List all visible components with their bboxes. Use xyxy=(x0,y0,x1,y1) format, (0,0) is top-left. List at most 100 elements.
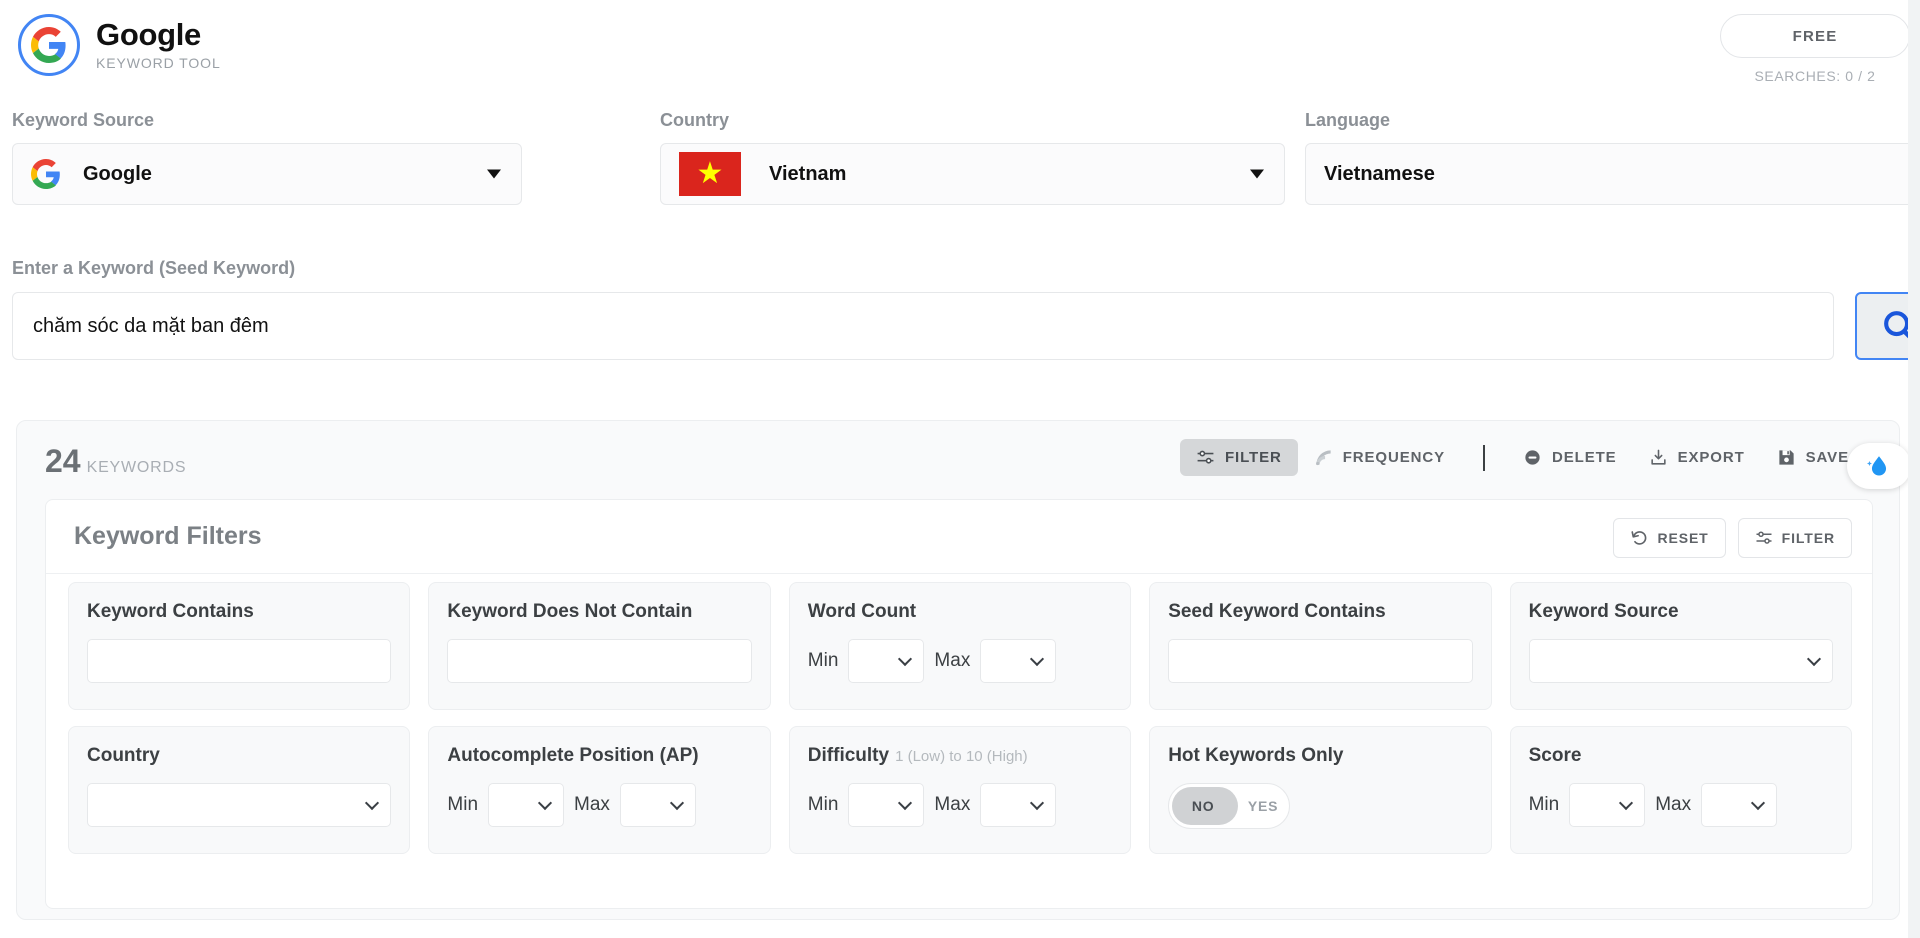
chevron-down-icon xyxy=(1619,796,1633,810)
toggle-option-yes[interactable]: YES xyxy=(1237,798,1289,814)
min-label: Min xyxy=(808,794,839,816)
app-header: Google KEYWORD TOOL FREE SEARCHES: 0 / 2 xyxy=(0,0,1920,96)
filter-toolbar-button[interactable]: FILTER xyxy=(1180,439,1298,476)
chevron-down-icon xyxy=(365,796,379,810)
chevron-down-icon xyxy=(898,652,912,666)
flag-star: ★ xyxy=(697,159,724,189)
chevron-down-icon xyxy=(1250,170,1264,179)
selectors-row: Keyword Source Google Country ★ Vietnam xyxy=(0,110,1920,230)
filter-card-score: Score MinMax xyxy=(1510,726,1852,854)
seed-keyword-label: Enter a Keyword (Seed Keyword) xyxy=(12,258,295,279)
filter-card-word-count: Word Count Min Max xyxy=(789,582,1131,710)
chevron-down-icon xyxy=(670,796,684,810)
app-subtitle: KEYWORD TOOL xyxy=(96,56,221,70)
water-drop-icon xyxy=(1866,453,1892,479)
keyword-source-value: Google xyxy=(83,163,152,186)
frequency-toolbar-button[interactable]: FREQUENCY xyxy=(1298,439,1461,476)
filter-toggle-hot-keywords-only[interactable]: NOYES xyxy=(1168,783,1290,829)
filter-label-text: Keyword Source xyxy=(1529,601,1679,622)
plan-badge-button[interactable]: FREE xyxy=(1720,14,1910,58)
toggle-option-no[interactable]: NO xyxy=(1169,798,1237,814)
water-drop-fab-button[interactable] xyxy=(1847,443,1911,489)
filter-input-keyword-does-not-contain[interactable] xyxy=(447,639,751,683)
chevron-down-icon xyxy=(1030,652,1044,666)
country-group: Country ★ Vietnam xyxy=(660,110,1285,205)
undo-icon xyxy=(1630,529,1648,547)
min-label: Min xyxy=(447,794,478,816)
filter-min-select-autocomplete-position-ap[interactable] xyxy=(488,783,564,827)
country-label: Country xyxy=(660,110,1285,131)
keyword-filters-title: Keyword Filters xyxy=(74,522,262,551)
filter-label: Keyword Source xyxy=(1529,601,1833,623)
filter-label-text: Seed Keyword Contains xyxy=(1168,601,1386,622)
chevron-down-icon xyxy=(487,170,501,179)
min-label: Min xyxy=(808,650,839,672)
language-dropdown[interactable]: Vietnamese xyxy=(1305,143,1920,205)
filter-max-select-score[interactable] xyxy=(1701,783,1777,827)
max-label: Max xyxy=(934,650,970,672)
frequency-toolbar-label: FREQUENCY xyxy=(1343,449,1445,466)
filter-label: Score xyxy=(1529,745,1833,767)
filter-minmax-score: MinMax xyxy=(1529,783,1833,827)
delete-toolbar-label: DELETE xyxy=(1552,449,1617,466)
keyword-filters-header: Keyword Filters RESET FI xyxy=(46,500,1872,574)
filter-label: Word Count xyxy=(808,601,1112,623)
filter-toolbar-label: FILTER xyxy=(1225,449,1282,466)
chevron-down-icon xyxy=(1807,652,1821,666)
filter-max-select-difficulty[interactable] xyxy=(980,783,1056,827)
keyword-filters-panel: Keyword Filters RESET FI xyxy=(45,499,1873,909)
filter-label-text: Hot Keywords Only xyxy=(1168,745,1343,766)
export-toolbar-button[interactable]: EXPORT xyxy=(1633,439,1761,476)
results-toolbar: 24 KEYWORDS FILTER FREQUENCY xyxy=(17,421,1899,493)
filter-label: Difficulty1 (Low) to 10 (High) xyxy=(808,745,1112,767)
filter-select-keyword-source[interactable] xyxy=(1529,639,1833,683)
google-g-icon xyxy=(18,14,80,76)
filter-min-select-word-count[interactable] xyxy=(848,639,924,683)
page-scrollbar[interactable] xyxy=(1908,0,1920,938)
filter-min-select-difficulty[interactable] xyxy=(848,783,924,827)
sliders-icon xyxy=(1755,529,1773,547)
seed-keyword-input[interactable] xyxy=(12,292,1834,360)
keyword-source-dropdown[interactable]: Google xyxy=(12,143,522,205)
language-group: Language Vietnamese xyxy=(1305,110,1920,205)
country-value: Vietnam xyxy=(769,163,846,186)
keyword-filters-grid: Keyword Contains Keyword Does Not Contain… xyxy=(68,582,1852,854)
reset-filters-button[interactable]: RESET xyxy=(1613,518,1725,558)
filter-input-seed-keyword-contains[interactable] xyxy=(1168,639,1472,683)
country-dropdown[interactable]: ★ Vietnam xyxy=(660,143,1285,205)
toolbar-actions: FILTER FREQUENCY DELETE xyxy=(1180,439,1865,476)
searches-counter: SEARCHES: 0 / 2 xyxy=(1720,68,1910,84)
reset-filters-label: RESET xyxy=(1657,530,1708,546)
filter-card-seed-keyword-contains: Seed Keyword Contains xyxy=(1149,582,1491,710)
filter-select-country[interactable] xyxy=(87,783,391,827)
filter-max-select-word-count[interactable] xyxy=(980,639,1056,683)
filter-card-keyword-does-not-contain: Keyword Does Not Contain xyxy=(428,582,770,710)
toolbar-divider xyxy=(1483,445,1485,471)
signal-wave-icon xyxy=(1314,448,1333,467)
export-toolbar-label: EXPORT xyxy=(1678,449,1745,466)
chevron-down-icon xyxy=(538,796,552,810)
plan-area: FREE SEARCHES: 0 / 2 xyxy=(1720,14,1920,84)
chevron-down-icon xyxy=(1751,796,1765,810)
keyword-count-value: 24 xyxy=(45,443,81,479)
vietnam-flag-icon: ★ xyxy=(679,152,741,196)
filter-label-text: Keyword Does Not Contain xyxy=(447,601,692,622)
filter-card-keyword-contains: Keyword Contains xyxy=(68,582,410,710)
filter-minmax-difficulty: Min Max xyxy=(808,783,1112,827)
filter-minmax-autocomplete-position-ap: Min Max xyxy=(447,783,751,827)
keyword-source-label: Keyword Source xyxy=(12,110,522,131)
filter-min-select-score[interactable] xyxy=(1569,783,1645,827)
save-toolbar-label: SAVE xyxy=(1806,449,1849,466)
filter-card-country: Country xyxy=(68,726,410,854)
max-label: Max xyxy=(934,794,970,816)
delete-toolbar-button[interactable]: DELETE xyxy=(1507,439,1633,476)
filter-input-keyword-contains[interactable] xyxy=(87,639,391,683)
filter-max-select-autocomplete-position-ap[interactable] xyxy=(620,783,696,827)
filter-minmax-word-count: Min Max xyxy=(808,639,1112,683)
google-g-icon xyxy=(31,159,61,189)
filter-card-autocomplete-position-ap: Autocomplete Position (AP)MinMax xyxy=(428,726,770,854)
keyword-count-label: KEYWORDS xyxy=(87,459,187,476)
max-label: Max xyxy=(574,794,610,816)
apply-filters-button[interactable]: FILTER xyxy=(1738,518,1852,558)
apply-filters-label: FILTER xyxy=(1782,530,1835,546)
